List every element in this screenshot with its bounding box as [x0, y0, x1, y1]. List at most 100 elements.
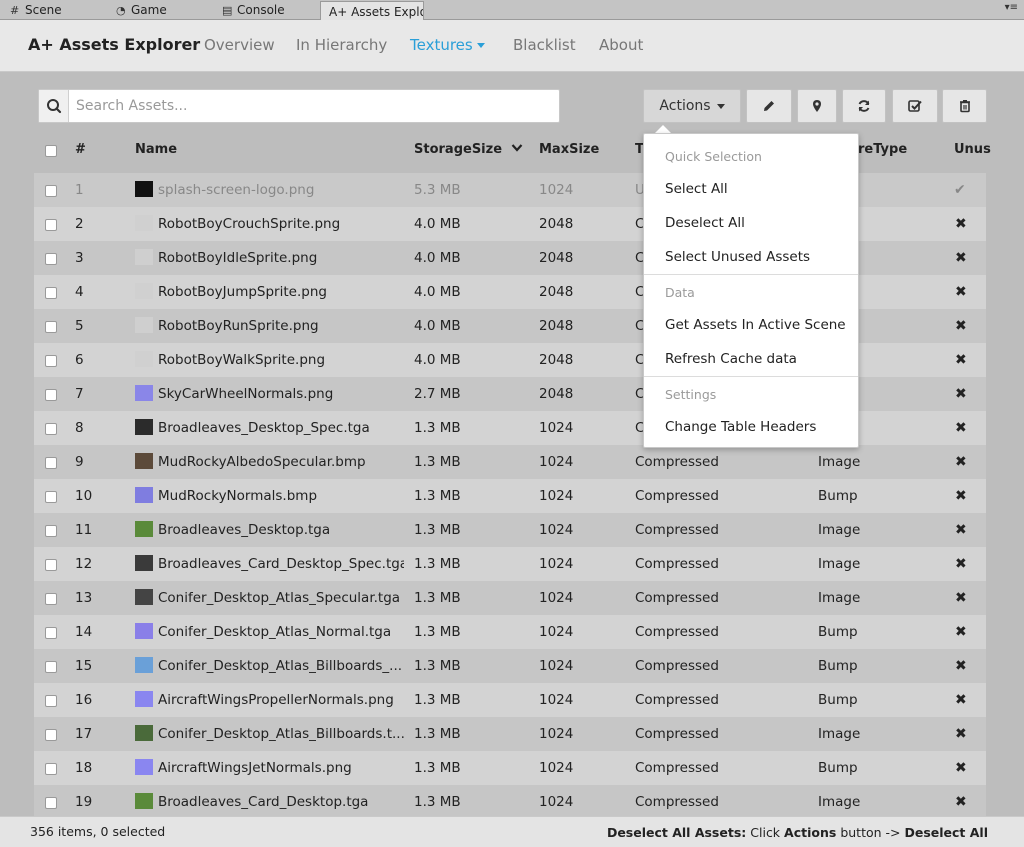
column-header-texture-type[interactable]: reType	[858, 142, 907, 157]
tab-menu-icon[interactable]: ▾≡	[1005, 2, 1018, 13]
table-row[interactable]: 19 Broadleaves_Card_Desktop.tga 1.3 MB 1024…	[34, 785, 986, 816]
nav-about[interactable]: About	[599, 36, 643, 54]
row-checkbox[interactable]	[45, 695, 57, 707]
menu-item-deselect-all[interactable]: Deselect All	[665, 215, 745, 231]
texture-thumbnail	[135, 453, 153, 469]
delete-button[interactable]	[942, 89, 987, 123]
texture-type: Image	[818, 794, 861, 810]
table-row[interactable]: 17 Conifer_Desktop_Atlas_Billboards.t... 1…	[34, 717, 986, 751]
table-row[interactable]: 18 AircraftWingsJetNormals.png 1.3 MB 1024 C…	[34, 751, 986, 785]
table-row[interactable]: 12 Broadleaves_Card_Desktop_Spec.tga 1.3 M…	[34, 547, 986, 581]
menu-item-change-table-headers[interactable]: Change Table Headers	[665, 419, 816, 435]
texture-type: Bump	[818, 692, 858, 708]
locate-button[interactable]	[797, 89, 837, 123]
texture-type: Bump	[818, 488, 858, 504]
row-checkbox[interactable]	[45, 423, 57, 435]
map-marker-icon	[813, 100, 821, 112]
column-header-number[interactable]: #	[75, 142, 86, 157]
status-bar: 356 items, 0 selected Deselect All Asset…	[0, 816, 1024, 847]
row-checkbox[interactable]	[45, 661, 57, 673]
nav-in-hierarchy[interactable]: In Hierarchy	[296, 36, 387, 54]
column-header-storage-size[interactable]: StorageSize	[414, 142, 523, 157]
table-row[interactable]: 13 Conifer_Desktop_Atlas_Specular.tga 1.3 …	[34, 581, 986, 615]
menu-divider	[644, 376, 858, 377]
table-row[interactable]: 15 Conifer_Desktop_Atlas_Billboards_... 1.…	[34, 649, 986, 683]
row-checkbox[interactable]	[45, 355, 57, 367]
row-checkbox[interactable]	[45, 253, 57, 265]
texture-thumbnail	[135, 215, 153, 231]
row-checkbox[interactable]	[45, 389, 57, 401]
tab-console[interactable]: ▤ Console	[214, 0, 318, 20]
table-row[interactable]: 9 MudRockyAlbedoSpecular.bmp 1.3 MB 1024 Com…	[34, 445, 986, 479]
texture-format: Compressed	[635, 454, 719, 470]
trash-icon	[959, 100, 970, 113]
storage-size: 4.0 MB	[414, 352, 461, 368]
menu-item-refresh-cache[interactable]: Refresh Cache data	[665, 351, 797, 367]
row-checkbox[interactable]	[45, 185, 57, 197]
asset-name: Broadleaves_Desktop_Spec.tga	[158, 420, 370, 436]
asset-name: splash-screen-logo.png	[158, 182, 315, 198]
row-checkbox[interactable]	[45, 525, 57, 537]
refresh-button[interactable]	[842, 89, 886, 123]
row-number: 7	[75, 386, 84, 402]
tab-scene[interactable]: # Scene	[2, 0, 102, 20]
row-checkbox[interactable]	[45, 763, 57, 775]
row-number: 3	[75, 250, 84, 266]
table-row[interactable]: 16 AircraftWingsPropellerNormals.png 1.3 M…	[34, 683, 986, 717]
storage-size: 4.0 MB	[414, 318, 461, 334]
row-checkbox[interactable]	[45, 729, 57, 741]
caret-down-icon	[716, 103, 725, 109]
search-input[interactable]	[70, 90, 558, 122]
storage-size: 1.3 MB	[414, 658, 461, 674]
row-checkbox[interactable]	[45, 321, 57, 333]
refresh-icon	[858, 100, 870, 112]
close-icon: ✖	[955, 726, 967, 742]
tab-assets-explorer[interactable]: A+ Assets Explo	[320, 1, 424, 20]
row-checkbox[interactable]	[45, 287, 57, 299]
actions-button[interactable]: Actions	[643, 89, 741, 123]
caret-down-icon	[476, 43, 485, 48]
column-header-max-size[interactable]: MaxSize	[539, 142, 599, 157]
menu-item-select-unused[interactable]: Select Unused Assets	[665, 249, 810, 265]
menu-item-get-assets-in-scene[interactable]: Get Assets In Active Scene	[665, 317, 846, 333]
nav-textures[interactable]: Textures	[410, 36, 485, 54]
row-checkbox[interactable]	[45, 219, 57, 231]
asset-name: Conifer_Desktop_Atlas_Specular.tga	[158, 590, 401, 606]
menu-item-select-all[interactable]: Select All	[665, 181, 728, 197]
nav-blacklist[interactable]: Blacklist	[513, 36, 576, 54]
max-size: 1024	[539, 726, 574, 742]
table-row[interactable]: 10 MudRockyNormals.bmp 1.3 MB 1024 Compresse…	[34, 479, 986, 513]
row-checkbox[interactable]	[45, 559, 57, 571]
max-size: 2048	[539, 318, 574, 334]
storage-size: 4.0 MB	[414, 216, 461, 232]
row-checkbox[interactable]	[45, 457, 57, 469]
row-checkbox[interactable]	[45, 627, 57, 639]
column-header-unused[interactable]: Unus	[954, 142, 991, 157]
edit-button[interactable]	[746, 89, 792, 123]
select-button[interactable]	[892, 89, 938, 123]
select-all-checkbox[interactable]	[45, 145, 57, 157]
row-checkbox[interactable]	[45, 797, 57, 809]
texture-thumbnail	[135, 283, 153, 299]
texture-thumbnail	[135, 317, 153, 333]
texture-thumbnail	[135, 521, 153, 537]
actions-dropdown-menu: Quick Selection Select All Deselect All …	[643, 133, 859, 448]
storage-size: 1.3 MB	[414, 624, 461, 640]
asset-name: Broadleaves_Card_Desktop.tga	[158, 794, 369, 810]
pacman-icon: ◔	[116, 4, 126, 17]
close-icon: ✖	[955, 556, 967, 572]
storage-size: 1.3 MB	[414, 726, 461, 742]
row-number: 12	[75, 556, 93, 572]
nav-overview[interactable]: Overview	[204, 36, 275, 54]
tab-game[interactable]: ◔ Game	[108, 0, 208, 20]
table-row[interactable]: 14 Conifer_Desktop_Atlas_Normal.tga 1.3 MB…	[34, 615, 986, 649]
column-header-name[interactable]: Name	[135, 142, 177, 157]
row-checkbox[interactable]	[45, 593, 57, 605]
close-icon: ✖	[955, 488, 967, 504]
max-size: 2048	[539, 386, 574, 402]
asset-name: Broadleaves_Card_Desktop_Spec.tga	[158, 556, 404, 572]
chevron-down-icon	[511, 144, 522, 152]
row-checkbox[interactable]	[45, 491, 57, 503]
editor-tab-strip: # Scene ◔ Game ▤ Console A+ Assets Explo ▾≡	[0, 0, 1024, 20]
table-row[interactable]: 11 Broadleaves_Desktop.tga 1.3 MB 1024 Compr…	[34, 513, 986, 547]
